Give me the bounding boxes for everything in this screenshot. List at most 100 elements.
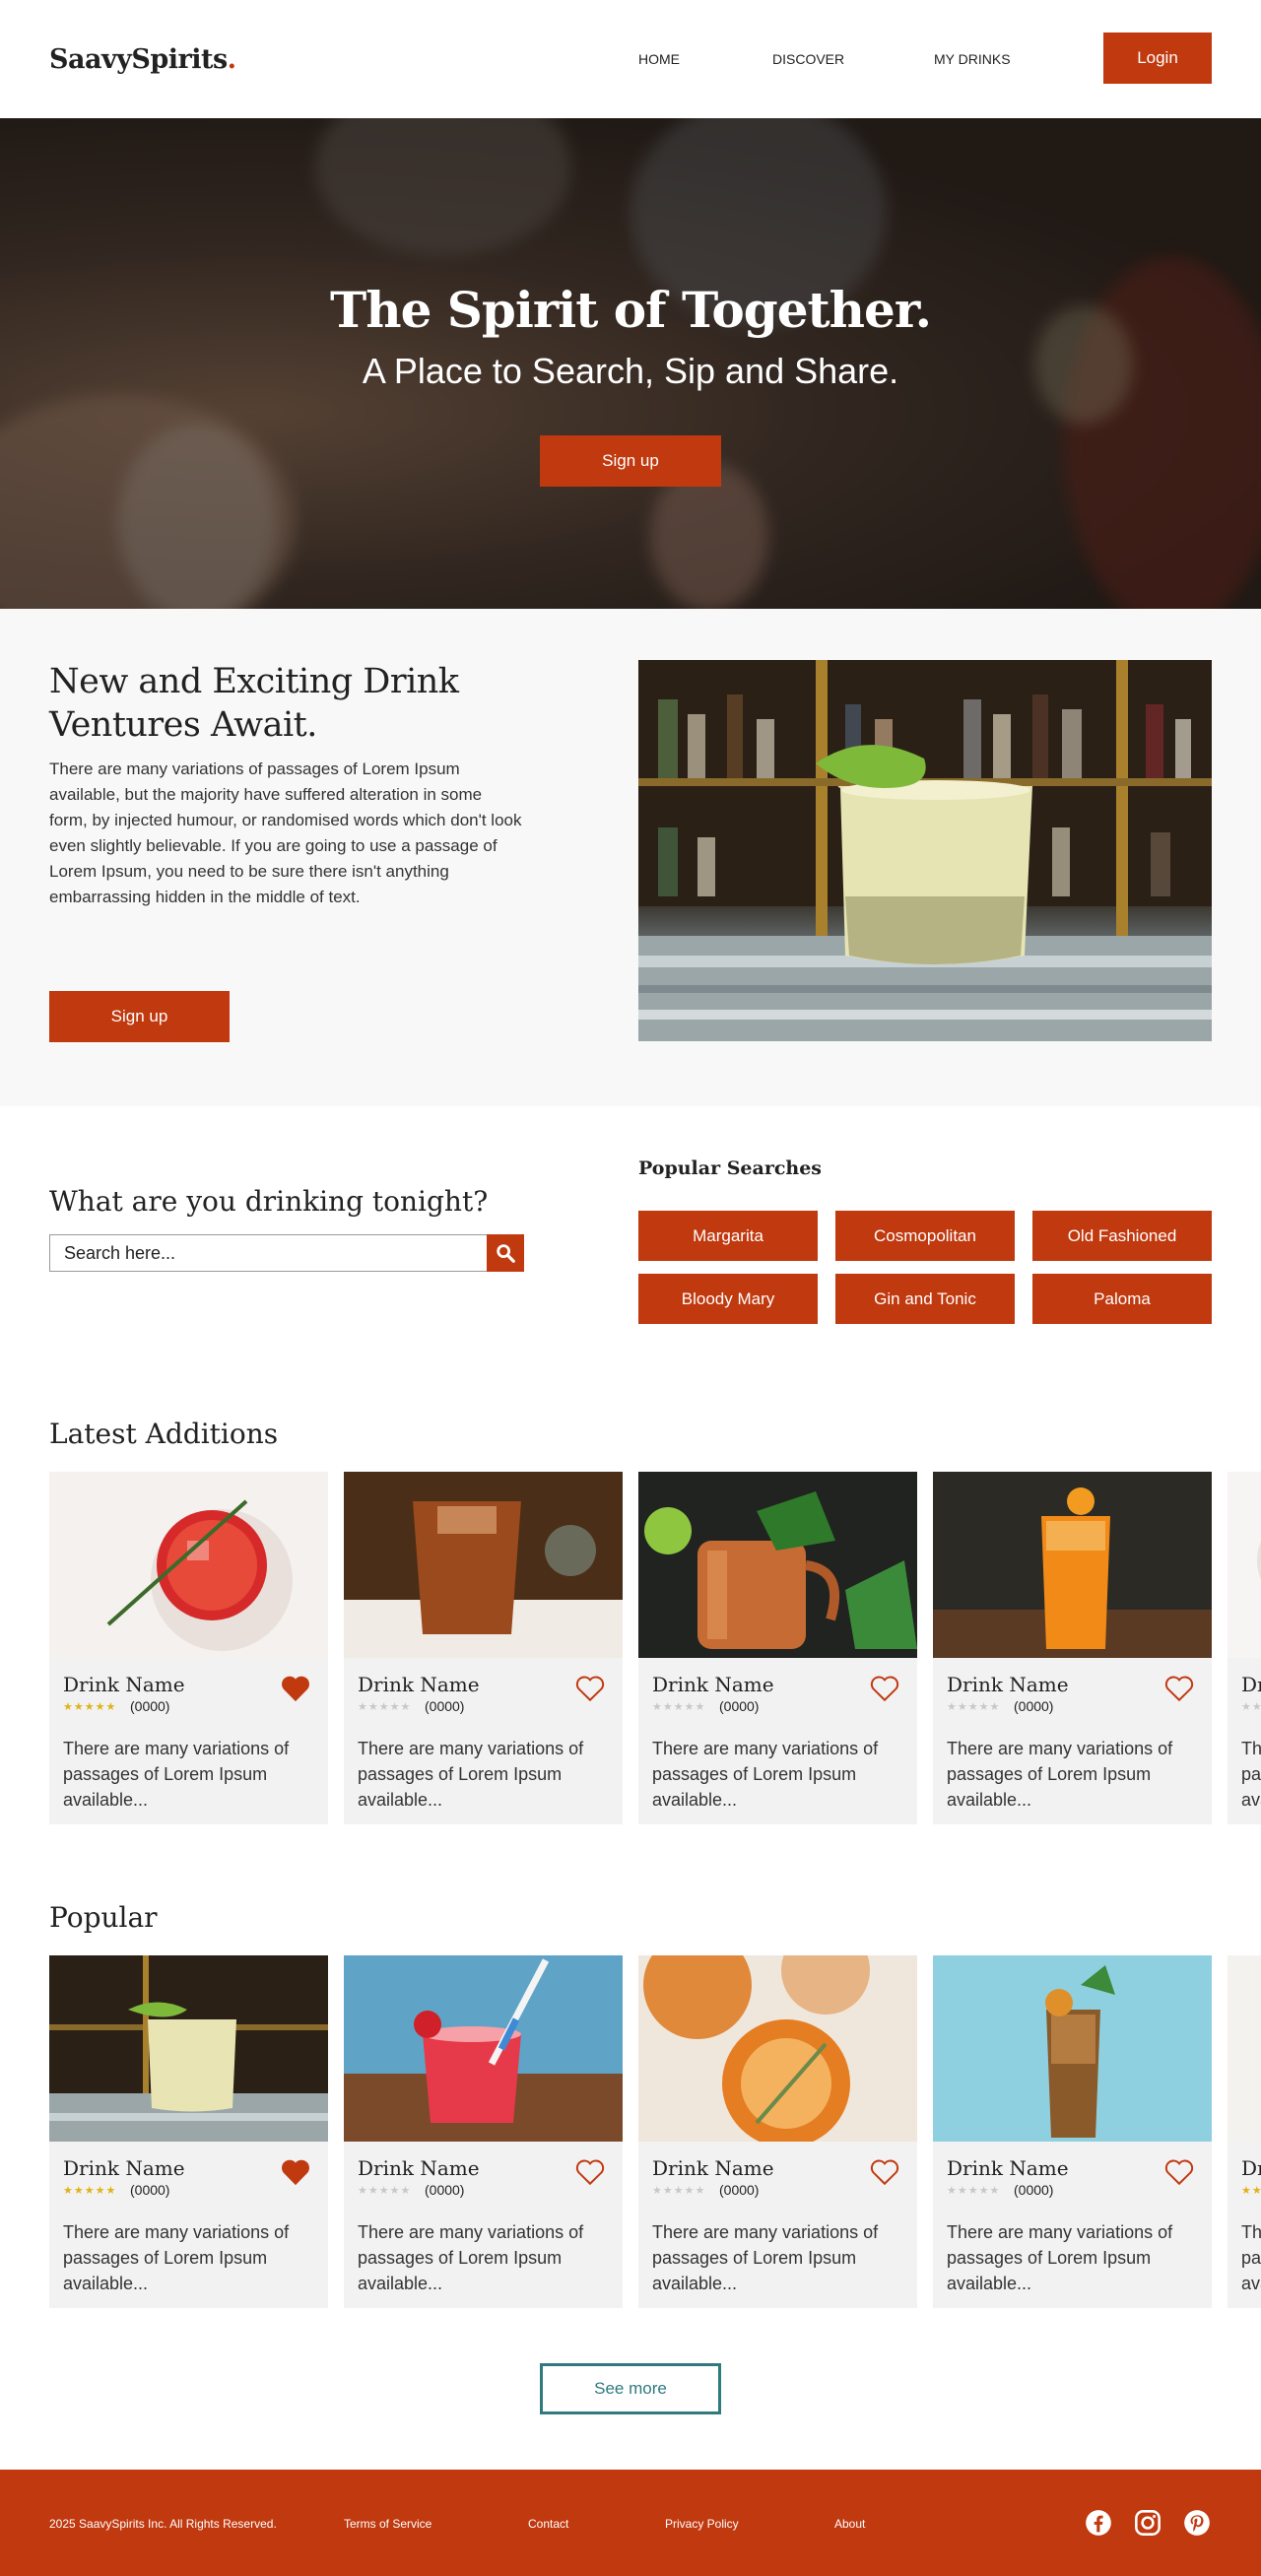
drink-description: There are many variations of passages of… [947, 2222, 1173, 2293]
drink-card[interactable]: Drink Name★★★★★(0000)There are many vari… [49, 1955, 328, 2308]
rating-count: (0000) [130, 2182, 170, 2198]
drink-name: Drink Name [358, 1673, 480, 1696]
search-section: What are you drinking tonight? Popular S… [0, 1106, 1261, 1362]
heart-outline-icon[interactable] [573, 2155, 607, 2187]
popular-search-bloody-mary[interactable]: Bloody Mary [638, 1274, 818, 1324]
star-rating: ★★★★★ [652, 2185, 706, 2197]
drink-image [1228, 1955, 1261, 2142]
footer-privacy-link[interactable]: Privacy Policy [665, 2517, 739, 2531]
rating-count: (0000) [719, 2182, 760, 2198]
nav-discover[interactable]: DISCOVER [772, 51, 844, 67]
popular-search-old-fashioned[interactable]: Old Fashioned [1032, 1211, 1212, 1261]
drink-description: There are many variations of passages of… [63, 2222, 290, 2293]
nav-home[interactable]: HOME [638, 51, 680, 67]
pinterest-icon[interactable] [1183, 2509, 1211, 2537]
search-input[interactable] [50, 1235, 487, 1271]
heart-filled-icon[interactable] [279, 2155, 312, 2187]
drink-image [1228, 1472, 1261, 1658]
footer-about-link[interactable]: About [834, 2517, 865, 2531]
drink-description: There are many variations of passages of… [63, 1739, 290, 1810]
drink-image [933, 1472, 1212, 1658]
logo[interactable]: SaavySpirits. [49, 44, 236, 75]
drink-description: There are many variations of passages of… [652, 2222, 879, 2293]
facebook-icon[interactable] [1085, 2509, 1112, 2537]
search-icon [497, 1244, 515, 1263]
drink-image [49, 1472, 328, 1658]
heart-filled-icon[interactable] [279, 1672, 312, 1703]
drink-name: Drink Name [1241, 2156, 1261, 2180]
ventures-title: New and Exciting Drink Ventures Await. [49, 662, 459, 745]
drink-image [49, 1955, 328, 2142]
popular-search-cosmopolitan[interactable]: Cosmopolitan [835, 1211, 1015, 1261]
popular-searches-title: Popular Searches [638, 1157, 823, 1179]
drink-name: Drink Name [652, 1673, 774, 1696]
hero-banner: The Spirit of Together. A Place to Searc… [0, 118, 1261, 609]
rating-count: (0000) [1014, 2182, 1054, 2198]
star-rating: ★★★★★ [63, 2185, 117, 2197]
hero-title: The Spirit of Together. [330, 281, 932, 339]
nav-my-drinks[interactable]: MY DRINKS [934, 51, 1011, 67]
drink-description: There are many variations of passages of… [947, 1739, 1173, 1810]
instagram-icon[interactable] [1134, 2509, 1161, 2537]
drink-description: There are many variations of passages of… [358, 1739, 584, 1810]
drink-name: Drink Name [63, 1673, 185, 1696]
footer-contact-link[interactable]: Contact [528, 2517, 568, 2531]
drink-card[interactable]: Drink Name★★★★★(0000)There are many vari… [49, 1472, 328, 1824]
drink-card[interactable]: Drink Name★★★★★(0000)There are many vari… [1228, 1955, 1261, 2308]
popular-cards-row: Drink Name ★★★★★ (0000) There are many vari… [49, 1955, 1261, 2308]
drink-card[interactable]: Drink Name★★★★★(0000)There are many vari… [344, 1472, 623, 1824]
star-rating: ★★★★★ [652, 1701, 706, 1713]
search-button[interactable] [487, 1234, 524, 1272]
heart-outline-icon[interactable] [868, 2155, 901, 2187]
star-rating: ★★★★★ [947, 1701, 1001, 1713]
drink-description: There are many variations of passages of… [358, 2222, 584, 2293]
drink-name: Drink Name [947, 1673, 1069, 1696]
popular-section: Popular Drink Name ★★★★★ (0000) There are m… [0, 1901, 1261, 2414]
hero-signup-button[interactable]: Sign up [540, 435, 721, 487]
drink-image [638, 1955, 917, 2142]
ventures-body: There are many variations of passages of… [49, 760, 522, 906]
drink-card[interactable]: Drink Name★★★★★(0000)There are many vari… [1228, 1472, 1261, 1824]
footer-terms-link[interactable]: Terms of Service [344, 2517, 431, 2531]
ventures-section: New and Exciting Drink Ventures Await. T… [0, 609, 1261, 1106]
rating-count: (0000) [719, 1698, 760, 1714]
star-rating: ★★★★★ [1241, 2185, 1261, 2197]
popular-search-gin-and-tonic[interactable]: Gin and Tonic [835, 1274, 1015, 1324]
drink-image [344, 1955, 623, 2142]
cocktail-image [638, 660, 1212, 1041]
rating-count: (0000) [425, 1698, 465, 1714]
star-rating: ★★★★★ [947, 2185, 1001, 2197]
popular-search-margarita[interactable]: Margarita [638, 1211, 818, 1261]
hero-content: The Spirit of Together. A Place to Searc… [0, 281, 1261, 487]
popular-search-paloma[interactable]: Paloma [1032, 1274, 1212, 1324]
star-rating: ★★★★★ [63, 1701, 117, 1713]
heart-outline-icon[interactable] [1162, 2155, 1196, 2187]
ventures-signup-button[interactable]: Sign up [49, 991, 230, 1042]
drink-card[interactable]: Drink Name ★★★★★ (0000) There are many vari… [933, 1955, 1212, 2308]
drink-name: Drink Name [947, 2156, 1069, 2180]
drink-image [344, 1472, 623, 1658]
search-bar [49, 1234, 524, 1272]
drink-description: There are many variations of passages of… [1241, 2222, 1261, 2293]
heart-outline-icon[interactable] [868, 1672, 901, 1703]
popular-searches-grid: Margarita Cosmopolitan Old Fashioned Blo… [638, 1211, 1212, 1324]
cocktail-illustration [638, 660, 1212, 1041]
heart-outline-icon[interactable] [573, 1672, 607, 1703]
drink-card[interactable]: Drink Name★★★★★(0000)There are many vari… [344, 1955, 623, 2308]
drink-card[interactable]: Drink Name ★★★★★ (0000) There are many vari… [638, 1472, 917, 1824]
drink-description: There are many variations of passages of… [1241, 1739, 1261, 1810]
login-button[interactable]: Login [1103, 33, 1212, 84]
heart-outline-icon[interactable] [1162, 1672, 1196, 1703]
hero-subtitle: A Place to Search, Sip and Share. [362, 351, 899, 391]
site-footer: 2025 SaavySpirits Inc. All Rights Reserv… [0, 2470, 1261, 2576]
drink-name: Drink Name [652, 2156, 774, 2180]
drink-image [638, 1472, 917, 1658]
search-heading: What are you drinking tonight? [49, 1185, 489, 1218]
see-more-button[interactable]: See more [540, 2363, 721, 2414]
drink-description: There are many variations of passages of… [652, 1739, 879, 1810]
site-header: SaavySpirits. HOME DISCOVER MY DRINKS Lo… [0, 0, 1261, 118]
latest-cards-row: Drink Name ★★★★★ (0000) There are many vari… [49, 1472, 1261, 1824]
drink-card[interactable]: Drink Name★★★★★(0000)There are many vari… [933, 1472, 1212, 1824]
drink-card[interactable]: Drink Name ★★★★★ (0000) There are many vari… [638, 1955, 917, 2308]
rating-count: (0000) [425, 2182, 465, 2198]
